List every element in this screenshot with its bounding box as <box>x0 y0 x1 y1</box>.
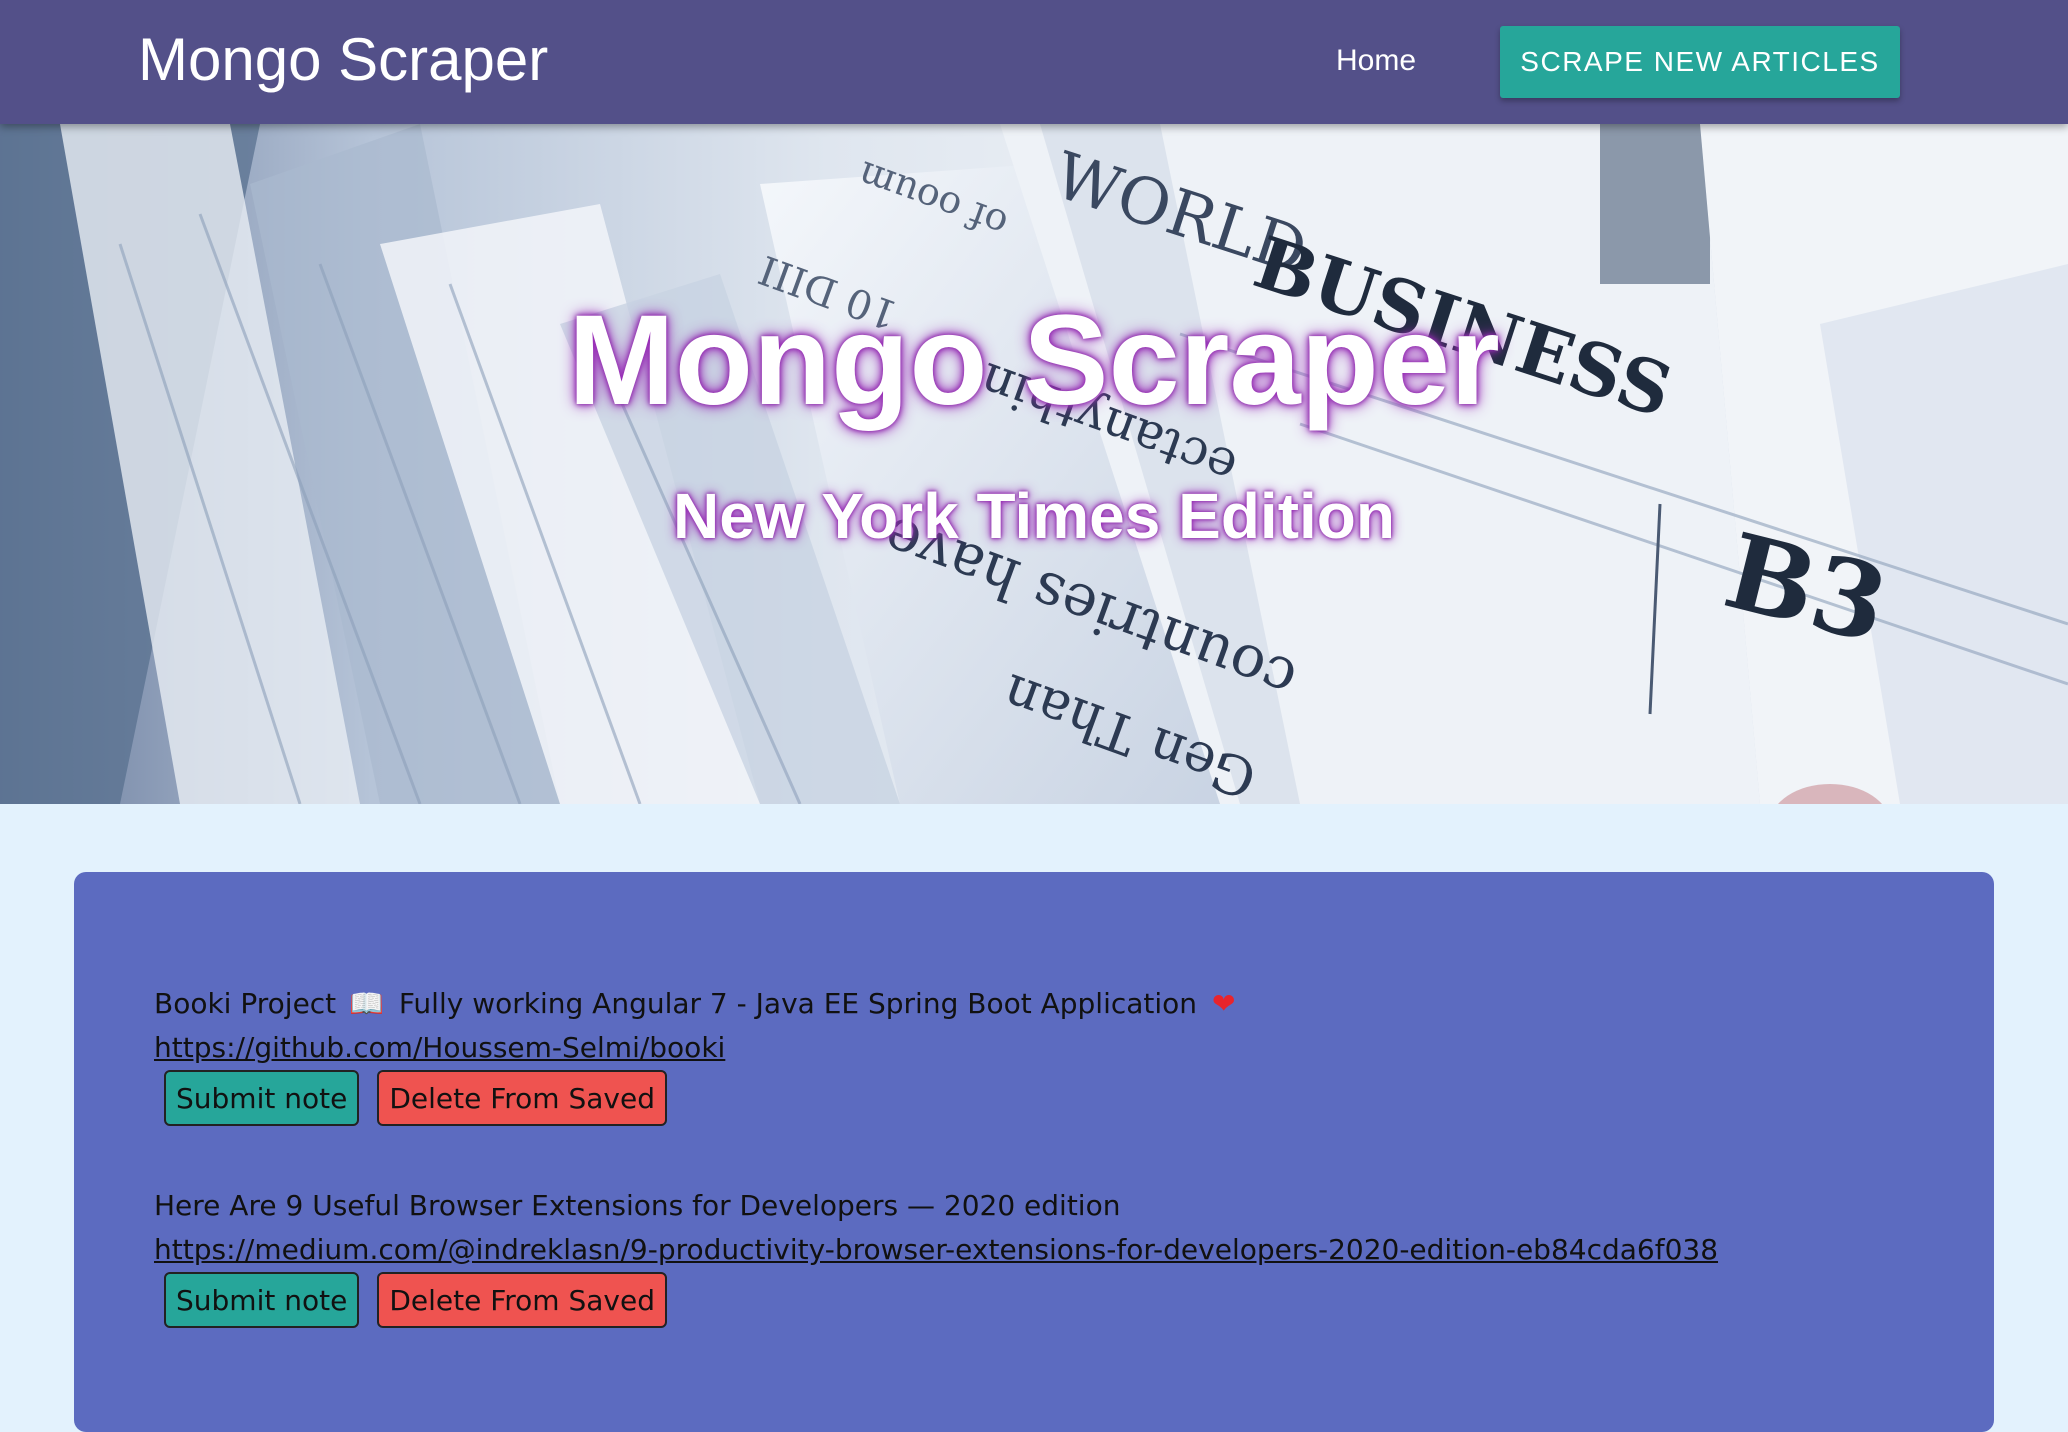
hero-title: Mongo Scraper <box>568 289 1500 432</box>
delete-from-saved-button[interactable]: Delete From Saved <box>377 1070 667 1126</box>
hero-subtitle: New York Times Edition <box>673 480 1395 552</box>
book-icon: 📖 <box>349 987 384 1020</box>
submit-note-button[interactable]: Submit note <box>164 1070 360 1126</box>
article-title-text: Booki Project <box>154 987 337 1020</box>
hero-banner: WORLD BUSINESS B3 countries have Gen Tha… <box>0 124 2068 804</box>
article-title-rest: Fully working Angular 7 - Java EE Spring… <box>398 987 1198 1020</box>
brand-logo[interactable]: Mongo Scraper <box>138 22 548 98</box>
saved-articles-card: Booki Project 📖 Fully working Angular 7 … <box>74 872 1994 1432</box>
heart-icon: ❤ <box>1211 987 1236 1020</box>
top-navbar: Mongo Scraper Home SCRAPE NEW ARTICLES <box>0 0 2068 124</box>
submit-note-button[interactable]: Submit note <box>164 1272 360 1328</box>
nav-home-link[interactable]: Home <box>1336 38 1416 84</box>
article-actions: Submit note Delete From Saved <box>154 1272 1954 1332</box>
delete-from-saved-button[interactable]: Delete From Saved <box>377 1272 667 1328</box>
scrape-new-articles-button[interactable]: SCRAPE NEW ARTICLES <box>1500 26 1900 98</box>
article-actions: Submit note Delete From Saved <box>154 1070 1954 1130</box>
article-item: Here Are 9 Useful Browser Extensions for… <box>154 1184 1954 1332</box>
article-link[interactable]: https://github.com/Houssem-Selmi/booki <box>154 1026 1954 1070</box>
article-item: Booki Project 📖 Fully working Angular 7 … <box>154 982 1954 1130</box>
article-link[interactable]: https://medium.com/@indreklasn/9-product… <box>154 1228 1954 1272</box>
article-title: Here Are 9 Useful Browser Extensions for… <box>154 1189 1121 1222</box>
article-title: Booki Project 📖 Fully working Angular 7 … <box>154 982 1954 1026</box>
newspaper-background-image: WORLD BUSINESS B3 countries have Gen Tha… <box>0 124 2068 804</box>
